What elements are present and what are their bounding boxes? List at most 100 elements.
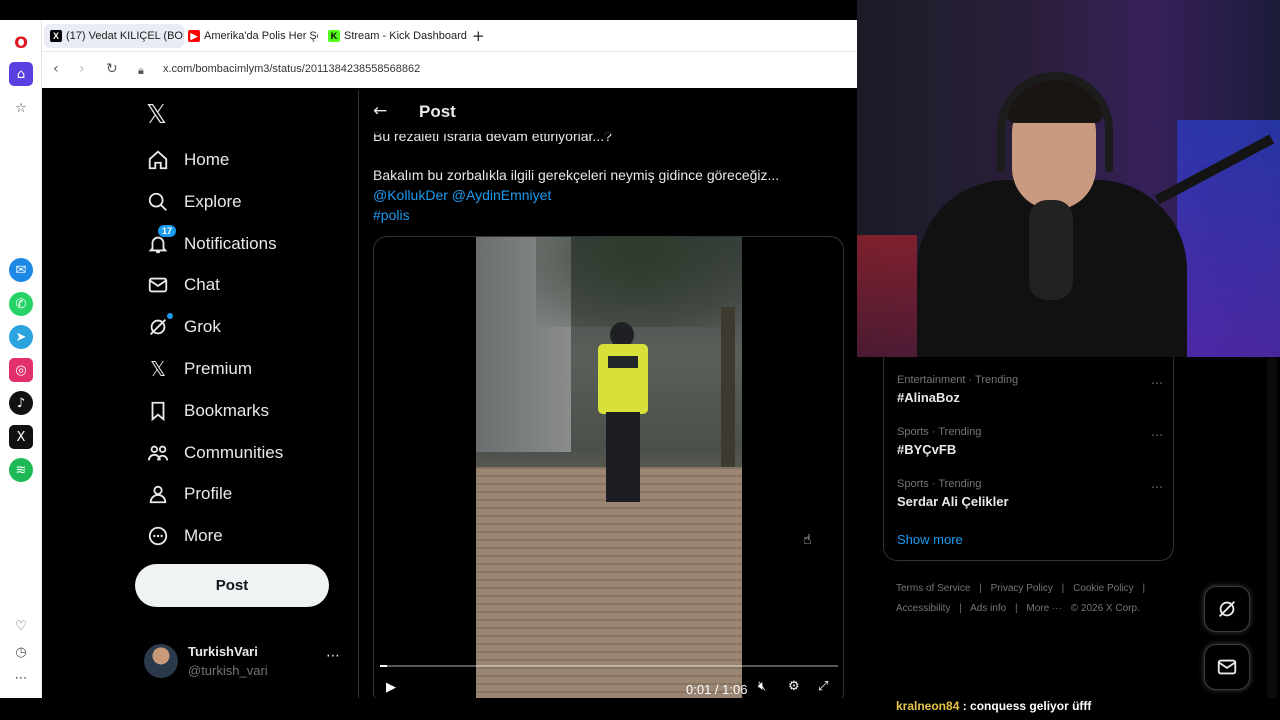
x-logo-icon[interactable]: 𝕏: [146, 100, 167, 130]
reload-icon[interactable]: ↻: [106, 61, 118, 77]
footer-accessibility-link[interactable]: Accessibility: [896, 603, 950, 614]
footer-line2: Accessibility | Ads info | More ··· © 20…: [896, 599, 1176, 619]
trends-panel: Entertainment · Trending #AlinaBoz ⋯ Spo…: [883, 357, 1174, 561]
address-bar: ‹ › ↻ 🔒︎ x.com/bombacimlym3/status/20113…: [42, 52, 857, 88]
bell-icon: 17: [146, 225, 176, 256]
footer-separator: |: [1061, 583, 1065, 594]
trend-item[interactable]: Sports · Trending #BYÇvFB ⋯: [897, 426, 1167, 466]
more-horizontal-icon[interactable]: ⋯: [1151, 428, 1163, 442]
forward-icon[interactable]: ›: [79, 61, 85, 77]
nav-profile[interactable]: Profile: [146, 479, 232, 509]
nav-communities[interactable]: Communities: [146, 438, 283, 468]
messages-fab-button[interactable]: [1204, 644, 1250, 690]
footer-line1: Terms of Service | Privacy Policy | Cook…: [896, 579, 1176, 599]
play-icon[interactable]: ▶: [386, 680, 396, 695]
cam-microphone: [1029, 200, 1073, 300]
more-horizontal-icon[interactable]: ⋯: [1151, 480, 1163, 494]
post-button[interactable]: Post: [135, 564, 329, 607]
nav-notifications[interactable]: 17 Notifications: [146, 225, 277, 259]
person-vest: [598, 344, 648, 414]
footer-separator: |: [959, 603, 962, 614]
account-switcher[interactable]: TurkishVari @turkish_vari ⋯: [144, 642, 344, 682]
x-shortcut-icon[interactable]: X: [9, 425, 33, 449]
x-page: 𝕏 Home Explore 17 Notifications Chat Gro…: [44, 90, 857, 698]
trend-name: Serdar Ali Çelikler: [897, 494, 1009, 509]
tiktok-icon[interactable]: ♪: [9, 391, 33, 415]
post-hashtag[interactable]: #polis: [373, 207, 410, 223]
nav-label: Grok: [184, 317, 221, 336]
telegram-icon[interactable]: ➤: [9, 325, 33, 349]
back-arrow-icon[interactable]: ←: [373, 101, 387, 121]
trend-category: Sports · Trending: [897, 478, 982, 490]
footer-more-link[interactable]: More ···: [1026, 603, 1062, 614]
footer-privacy-link[interactable]: Privacy Policy: [991, 583, 1053, 594]
more-horizontal-icon[interactable]: ⋯: [326, 648, 340, 664]
post-mentions[interactable]: @KollukDer @AydinEmniyet: [373, 187, 551, 203]
page-title: Post: [419, 102, 456, 121]
new-tab-button[interactable]: +: [472, 24, 492, 48]
right-sidebar: Entertainment · Trending #AlinaBoz ⋯ Spo…: [857, 357, 1280, 698]
more-horizontal-icon[interactable]: ⋯: [1151, 376, 1163, 390]
video-player[interactable]: ▶ 0:01 / 1:06 🔇︎ ⚙ ⤢: [373, 236, 844, 698]
mute-icon[interactable]: 🔇︎: [758, 679, 766, 694]
nav-home[interactable]: Home: [146, 145, 229, 175]
nav-grok[interactable]: Grok: [146, 312, 221, 342]
grok-fab-button[interactable]: [1204, 586, 1250, 632]
scrollbar[interactable]: [1267, 357, 1277, 698]
chat-overlay-line: kralneon84 : conquess geliyor üfff: [896, 699, 1091, 713]
post-text-line2: Bakalım bu zorbalıkla ilgili gerekçeleri…: [373, 167, 780, 183]
screen: O ⌂ ☆ ✉ ✆ ➤ ◎ ♪ X ≋ ♡ ◷ ⋯ X (17) Vedat K…: [0, 0, 1280, 720]
mail-icon: [1217, 659, 1237, 675]
grok-icon: [146, 313, 173, 339]
nav-bookmarks[interactable]: Bookmarks: [146, 396, 269, 426]
grok-dot: [167, 313, 173, 319]
account-name: TurkishVari: [188, 644, 258, 659]
more-dots-icon[interactable]: ⋯: [9, 666, 33, 690]
trend-item[interactable]: Sports · Trending Serdar Ali Çelikler ⋯: [897, 478, 1167, 518]
nav-premium[interactable]: 𝕏 Premium: [146, 354, 252, 384]
post-header: ← Post: [359, 90, 857, 134]
search-icon: [146, 190, 170, 214]
account-handle: @turkish_vari: [188, 663, 268, 678]
history-icon[interactable]: ◷: [9, 640, 33, 664]
tab-kick[interactable]: K Stream - Kick Dashboard: [328, 24, 468, 48]
fullscreen-icon[interactable]: ⤢: [818, 679, 828, 694]
trend-item[interactable]: Entertainment · Trending #AlinaBoz ⋯: [897, 374, 1167, 414]
person-legs: [606, 412, 640, 502]
nav-label: Profile: [184, 484, 233, 503]
instagram-icon[interactable]: ◎: [9, 358, 33, 382]
spotify-icon[interactable]: ≋: [9, 458, 33, 482]
lock-icon[interactable]: 🔒︎: [138, 64, 144, 78]
notification-badge: 17: [157, 225, 176, 237]
heart-icon[interactable]: ♡: [9, 614, 33, 638]
tab-youtube[interactable]: ▶ Amerika'da Polis Her Şeyi: [188, 24, 318, 48]
vest-label: [608, 356, 638, 368]
tab-x-post[interactable]: X (17) Vedat KILIÇEL (BOMB: [44, 24, 184, 48]
star-icon[interactable]: ☆: [9, 96, 33, 120]
whatsapp-icon[interactable]: ✆: [9, 292, 33, 316]
chat-message: : conquess geliyor üfff: [959, 699, 1092, 713]
tab-label: Stream - Kick Dashboard: [344, 30, 467, 42]
back-icon[interactable]: ‹: [53, 61, 59, 77]
footer-terms-link[interactable]: Terms of Service: [896, 583, 970, 594]
settings-icon[interactable]: ⚙: [788, 679, 800, 694]
video-progress-bar[interactable]: [380, 665, 838, 667]
nav-more[interactable]: More: [146, 521, 223, 551]
nav-chat[interactable]: Chat: [146, 270, 220, 300]
footer-separator: |: [1142, 583, 1146, 594]
x-icon: 𝕏: [149, 357, 167, 381]
opera-logo-icon[interactable]: O: [9, 30, 33, 54]
url-field[interactable]: x.com/bombacimlym3/status/20113842385585…: [163, 63, 420, 75]
home-shortcut-icon[interactable]: ⌂: [9, 62, 33, 86]
nav-label: Premium: [184, 359, 253, 378]
nav-explore[interactable]: Explore: [146, 187, 242, 217]
trend-category: Sports · Trending: [897, 426, 982, 438]
cam-red-light: [857, 235, 917, 357]
chat-username: kralneon84: [896, 699, 960, 713]
footer-ads-link[interactable]: Ads info: [970, 603, 1006, 614]
messenger-icon[interactable]: ✉: [9, 258, 33, 282]
avatar: [144, 644, 178, 678]
footer-cookie-link[interactable]: Cookie Policy: [1073, 583, 1134, 594]
home-icon: [146, 148, 170, 172]
show-more-link[interactable]: Show more: [897, 532, 963, 547]
